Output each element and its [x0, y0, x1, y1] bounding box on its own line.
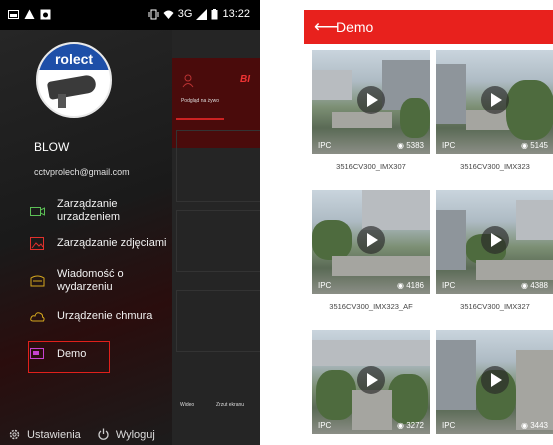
page-title: Demo: [336, 19, 374, 35]
video-name: 3516CV300_IMX327: [460, 302, 530, 311]
view-count: ◉ 4388: [521, 281, 548, 290]
status-bar: 3G 13:22: [0, 0, 260, 30]
view-count: ◉ 3443: [521, 421, 548, 430]
view-count: ◉ 5145: [521, 141, 548, 150]
gear-icon[interactable]: [8, 428, 21, 441]
menu-item-photo-management[interactable]: Zarządzanie zdjęciami: [30, 237, 180, 250]
menu-item-demo[interactable]: Demo: [30, 348, 100, 361]
back-arrow-icon[interactable]: ⟵: [314, 17, 338, 37]
image-icon: [30, 237, 44, 250]
menu-item-device-management[interactable]: Zarządzanie urzadzeniem: [30, 198, 160, 224]
logout-button[interactable]: Wyloguj: [116, 429, 155, 441]
battery-icon: [211, 8, 218, 19]
menu-item-label: Wiadomość o wydarzeniu: [57, 268, 124, 293]
clock: 13:22: [222, 8, 250, 20]
video-panel: [176, 210, 260, 272]
video-name: 3516CV300_IMX323_AF: [329, 302, 413, 311]
view-count: ◉ 3272: [397, 421, 424, 430]
play-button[interactable]: [481, 226, 509, 254]
camera-mount: [58, 94, 66, 108]
menu-item-label: Zarządzanie zdjęciami: [57, 237, 167, 249]
settings-button[interactable]: Ustawienia: [27, 429, 81, 441]
screenshot-label: Zrzut ekranu: [216, 402, 245, 408]
network-type: 3G: [177, 8, 193, 20]
signal-icon: [196, 8, 208, 20]
camera-icon: [30, 206, 45, 216]
video-name: 3516CV300_IMX323: [460, 162, 530, 171]
alert-notification-icon: [24, 9, 35, 19]
left-phone-screen: 3G 13:22 BI Podgląd na żywo Wideo Zrzut …: [0, 0, 260, 445]
menu-item-cloud-device[interactable]: Urządzenie chmura: [30, 310, 160, 323]
right-phone-screen: ⟵ Demo IPC ◉ 5383 3516CV300_IMX307 IPC ◉…: [304, 10, 553, 445]
demo-icon: [30, 348, 44, 359]
menu-item-label: Zarządzanie urzadzeniem: [57, 198, 120, 223]
play-button[interactable]: [481, 86, 509, 114]
device-tag: IPC: [318, 421, 332, 430]
view-count: ◉ 5383: [397, 141, 424, 150]
view-count: ◉ 4186: [397, 281, 424, 290]
device-tag: IPC: [442, 281, 456, 290]
navigation-drawer: rolect BLOW cctvprolech@gmail.com Zarząd…: [0, 30, 172, 445]
video-thumbnail[interactable]: IPC ◉ 4186: [312, 190, 430, 294]
gallery-notification-icon: [8, 10, 19, 19]
video-thumbnail[interactable]: IPC ◉ 3443: [436, 330, 553, 434]
device-tag: IPC: [442, 421, 456, 430]
device-tag: IPC: [318, 281, 332, 290]
wifi-icon: [163, 10, 174, 19]
video-thumbnail[interactable]: IPC ◉ 5145: [436, 50, 553, 154]
message-icon: [30, 275, 45, 286]
video-thumbnail[interactable]: IPC ◉ 3272: [312, 330, 430, 434]
tab-indicator: [176, 118, 224, 120]
avatar[interactable]: rolect: [36, 42, 112, 118]
photo-notification-icon: [40, 9, 51, 20]
drawer-footer: Ustawienia Wyloguj: [8, 428, 155, 441]
video-panel: [176, 290, 260, 352]
video-thumbnail[interactable]: IPC ◉ 4388: [436, 190, 553, 294]
user-icon: [182, 74, 194, 88]
menu-item-event-message[interactable]: Wiadomość o wydarzeniu: [30, 268, 150, 294]
menu-item-label: Urządzenie chmura: [57, 310, 153, 322]
menu-item-label: Demo: [57, 348, 87, 360]
device-tag: IPC: [442, 141, 456, 150]
avatar-brand: rolect: [38, 44, 110, 70]
camera-image: [46, 73, 98, 101]
video-thumbnail[interactable]: IPC ◉ 5383: [312, 50, 430, 154]
play-button[interactable]: [481, 366, 509, 394]
user-email: cctvprolech@gmail.com: [34, 167, 130, 177]
demo-app-bar: ⟵ Demo: [304, 10, 553, 44]
play-button[interactable]: [357, 366, 385, 394]
video-panel: [176, 130, 260, 202]
play-button[interactable]: [357, 86, 385, 114]
video-label: Wideo: [180, 402, 195, 408]
background-brand: BI: [240, 74, 250, 85]
power-icon[interactable]: [97, 428, 110, 441]
live-preview-tab: Podgląd na żywo: [180, 98, 220, 104]
play-button[interactable]: [357, 226, 385, 254]
vibrate-icon: [148, 9, 159, 19]
video-name: 3516CV300_IMX307: [336, 162, 406, 171]
device-tag: IPC: [318, 141, 332, 150]
cloud-icon: [30, 312, 45, 322]
user-name: BLOW: [34, 140, 70, 154]
